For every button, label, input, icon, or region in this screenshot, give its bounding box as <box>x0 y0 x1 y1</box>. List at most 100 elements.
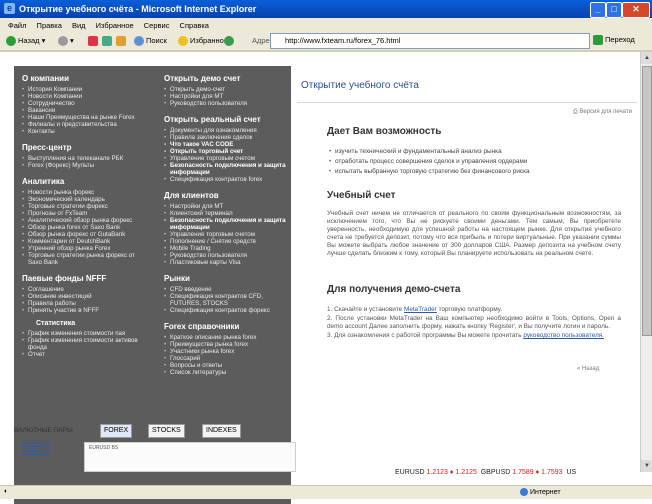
nav-link[interactable]: Новости рынка форекс <box>22 189 140 196</box>
stop-button[interactable] <box>88 36 100 47</box>
nav-link[interactable]: Открыть демо-счет <box>164 86 294 93</box>
nav-link[interactable]: Безопасность подключения и защита информ… <box>164 217 294 231</box>
nav-section-heading[interactable]: О компании <box>22 74 140 83</box>
nav-section-heading[interactable]: Открыть реальный счет <box>164 115 294 124</box>
nav-link[interactable]: История Компании <box>22 86 140 93</box>
nav-link[interactable]: График изменения стоимости пая <box>22 330 140 337</box>
nav-link[interactable]: Комментарии от DeutchBank <box>22 238 140 245</box>
nav-link[interactable]: Обзор рынка forex от Saxo Bank <box>22 224 140 231</box>
scroll-up-arrow-icon[interactable]: ▲ <box>641 52 652 64</box>
nav-link[interactable]: Спецификация контрактов CFD, FUTURES, ST… <box>164 293 294 307</box>
currency-link-eurusd[interactable]: EURUSD <box>14 440 74 448</box>
print-version-link[interactable]: ⎙ Версия для печати <box>573 109 632 116</box>
nav-link[interactable]: Управление торговым счетом <box>164 155 294 162</box>
nav-link[interactable]: График изменения стоимости активов фонда <box>22 337 140 351</box>
menu-tools[interactable]: Сервис <box>144 21 170 30</box>
nav-section-heading[interactable]: Паевые фонды NFFF <box>22 274 140 283</box>
nav-link[interactable]: Контакты <box>22 128 140 135</box>
list-item: отработать процесс совершения сделок и у… <box>329 158 527 165</box>
minimize-button[interactable]: _ <box>590 2 606 18</box>
nav-section-heading[interactable]: Аналитика <box>22 177 140 186</box>
nav-link[interactable]: CFD введение <box>164 286 294 293</box>
home-button[interactable] <box>116 36 128 47</box>
nav-link[interactable]: Пополнение / Снятие средств <box>164 238 294 245</box>
maximize-button[interactable]: □ <box>606 2 622 18</box>
nav-link[interactable]: Сотрудничество <box>22 100 140 107</box>
nav-link[interactable]: Обзор рынка форекс от GutaBank <box>22 231 140 238</box>
window-titlebar: e Открытие учебного счёта - Microsoft In… <box>0 0 652 18</box>
menu-help[interactable]: Справка <box>180 21 209 30</box>
nav-section-heading[interactable]: Для клиентов <box>164 191 294 200</box>
favorites-button[interactable]: Избранное <box>178 36 228 47</box>
nav-link[interactable]: Открыть торговый счет <box>164 148 294 155</box>
menu-file[interactable]: Файл <box>8 21 26 30</box>
go-arrow-icon <box>593 35 603 46</box>
nav-link[interactable]: Принять участие в NFFF <box>22 307 140 314</box>
menu-view[interactable]: Вид <box>72 21 86 30</box>
nav-link[interactable]: Руководство пользователя <box>164 100 294 107</box>
nav-link[interactable]: Вакансии <box>22 107 140 114</box>
nav-link[interactable]: Документы для ознакомления <box>164 127 294 134</box>
nav-link[interactable]: Выступления на телеканале РБК <box>22 155 140 162</box>
forward-button[interactable]: ▾ <box>58 36 74 47</box>
nav-link[interactable]: Новости Компании <box>22 93 140 100</box>
tab-stocks[interactable]: STOCKS <box>148 424 185 438</box>
media-button[interactable] <box>224 36 236 47</box>
nav-link[interactable]: Правила работы <box>22 300 140 307</box>
nav-link[interactable]: Филиалы и представительства <box>22 121 140 128</box>
nav-link[interactable]: Торговые стратегии форекс <box>22 203 140 210</box>
nav-link[interactable]: Управление торговым счетом <box>164 231 294 238</box>
nav-section-heading[interactable]: Forex справочники <box>164 322 294 331</box>
nav-link[interactable]: Пластиковые карты Visa <box>164 259 294 266</box>
nav-link[interactable]: Аналитический обзор рынка форекс <box>22 217 140 224</box>
close-button[interactable]: ✕ <box>622 2 650 18</box>
nav-link[interactable]: Отчет <box>22 351 140 358</box>
nav-link[interactable]: Список литературы <box>164 369 294 376</box>
nav-link[interactable]: Краткое описание рынка forex <box>164 334 294 341</box>
nav-link[interactable]: Экономический календарь <box>22 196 140 203</box>
tab-forex[interactable]: FOREX <box>100 424 133 438</box>
nav-section-heading[interactable]: Открыть демо счет <box>164 74 294 83</box>
nav-link[interactable]: Настройки для MT <box>164 93 294 100</box>
back-button[interactable]: Назад ▾ <box>6 36 45 47</box>
menu-edit[interactable]: Правка <box>37 21 62 30</box>
nav-link[interactable]: Спецификация контрактов forex <box>164 176 294 183</box>
currency-list: EURUSD GBPUSD <box>14 440 74 456</box>
nav-section-heading[interactable]: Рынки <box>164 274 294 283</box>
nav-link[interactable]: Настройки для MT <box>164 203 294 210</box>
nav-link[interactable]: Наши Преимущества на рынке Forex <box>22 114 140 121</box>
nav-link[interactable]: Прогнозы от FxTeam <box>22 210 140 217</box>
currency-link-gbpusd[interactable]: GBPUSD <box>14 448 74 456</box>
refresh-button[interactable] <box>102 36 114 47</box>
search-button[interactable]: Поиск <box>134 36 167 47</box>
nav-link[interactable]: Глоссарий <box>164 355 294 362</box>
nav-link[interactable]: Что такое VAC CODE <box>164 141 294 148</box>
scroll-thumb[interactable] <box>642 66 652 336</box>
metatrader-link[interactable]: MetaTrader <box>404 306 437 313</box>
tab-indexes[interactable]: INDEXES <box>202 424 241 438</box>
nav-link[interactable]: Описание инвестиций <box>22 293 140 300</box>
nav-link[interactable]: Преимущества рынка forex <box>164 341 294 348</box>
nav-link[interactable]: Руководство пользователя <box>164 252 294 259</box>
nav-link[interactable]: Безопасность подключения и защита информ… <box>164 162 294 176</box>
nav-link[interactable]: Forex (Форекс) Мульты <box>22 162 140 169</box>
nav-link[interactable]: Правила заключения сделок <box>164 134 294 141</box>
nav-column-2: Открыть демо счетОткрыть демо-счетНастро… <box>164 66 294 376</box>
nav-link[interactable]: Mobile Trading <box>164 245 294 252</box>
nav-link[interactable]: Клиентский терминал <box>164 210 294 217</box>
vertical-scrollbar[interactable]: ▲ ▼ <box>640 52 652 472</box>
nav-link[interactable]: Утренний обзор рынка Forex <box>22 245 140 252</box>
list-item: испытать выбранную торговую стратегию бе… <box>329 168 530 175</box>
menu-favorites[interactable]: Избранное <box>96 21 134 30</box>
go-button[interactable]: Переход <box>593 35 635 46</box>
user-guide-link[interactable]: руководство пользователя. <box>523 332 604 339</box>
address-bar[interactable]: http://www.fxteam.ru/forex_76.html <box>270 33 590 49</box>
nav-link[interactable]: Участники рынка forex <box>164 348 294 355</box>
nav-section-heading[interactable]: Статистика <box>36 320 140 327</box>
nav-link[interactable]: Спецификация контрактов форекс <box>164 307 294 314</box>
nav-link[interactable]: Торговые стратегии рынка форекс от Saxo … <box>22 252 140 266</box>
nav-section-heading[interactable]: Пресс-центр <box>22 143 140 152</box>
nav-link[interactable]: Соглашение <box>22 286 140 293</box>
back-link[interactable]: « Назад <box>577 366 599 372</box>
nav-link[interactable]: Вопросы и ответы <box>164 362 294 369</box>
